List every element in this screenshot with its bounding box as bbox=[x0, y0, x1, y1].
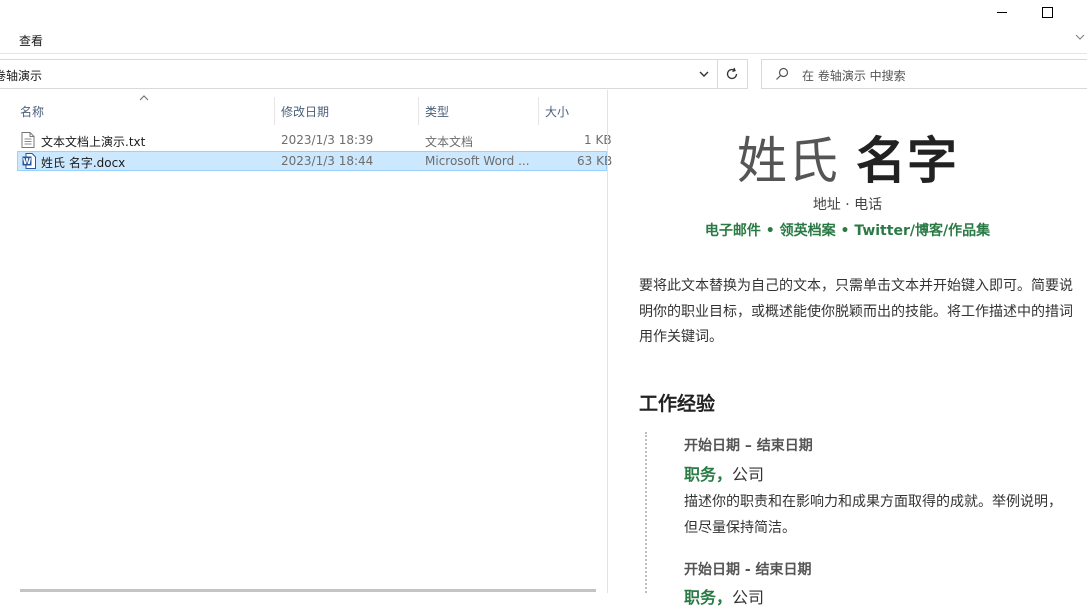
maximize-icon bbox=[1041, 6, 1053, 18]
ribbon-divider bbox=[0, 53, 1087, 54]
horizontal-scrollbar[interactable] bbox=[20, 589, 596, 592]
address-bar[interactable]: 卷轴演示 bbox=[0, 59, 748, 89]
column-header-modified[interactable]: 修改日期 bbox=[281, 103, 329, 120]
job-dates: 开始日期 - 结束日期 bbox=[684, 562, 812, 578]
job-dates: 开始日期 – 结束日期 bbox=[684, 438, 813, 454]
timeline-line bbox=[645, 432, 647, 593]
ribbon-tab-view[interactable]: 查看 bbox=[19, 32, 43, 49]
search-input[interactable]: 在 卷轴演示 中搜索 bbox=[802, 67, 906, 84]
job-title-line: 职务，公司 bbox=[684, 584, 764, 608]
job-title-line: 职务，公司 bbox=[684, 461, 764, 485]
file-row[interactable]: 文本文档上演示.txt 2023/1/3 18:39 文本文档 1 KB bbox=[17, 130, 612, 150]
file-row-selected[interactable]: W 姓氏 名字.docx 2023/1/3 18:44 Microsoft Wo… bbox=[17, 151, 612, 171]
column-header-type[interactable]: 类型 bbox=[425, 103, 449, 120]
preview-given-name: 名字 bbox=[855, 132, 958, 190]
maximize-button[interactable] bbox=[1024, 0, 1070, 24]
address-history-button[interactable] bbox=[692, 60, 716, 88]
preview-links-line: 电子邮件 • 领英档案 • Twitter/博客/作品集 bbox=[704, 223, 991, 239]
minimize-button[interactable] bbox=[979, 0, 1025, 24]
search-box[interactable]: 在 卷轴演示 中搜索 bbox=[761, 59, 1087, 89]
preview-objective: 要将此文本替换为自己的文本，只需单击文本并开始键入即可。简要说明你的职业目标，或… bbox=[639, 278, 1073, 345]
job-company: 公司 bbox=[732, 588, 765, 607]
column-header-size[interactable]: 大小 bbox=[545, 103, 569, 120]
chevron-down-icon bbox=[699, 71, 709, 77]
file-modified: 2023/1/3 18:44 bbox=[281, 154, 374, 168]
column-divider[interactable] bbox=[274, 97, 275, 125]
job-company: 公司 bbox=[732, 465, 765, 484]
preview-section-title: 工作经验 bbox=[639, 393, 716, 415]
preview-name-heading: 姓氏 名字 bbox=[608, 121, 1087, 193]
column-divider[interactable] bbox=[538, 97, 539, 125]
sort-ascending-icon bbox=[139, 95, 149, 101]
svg-text:W: W bbox=[23, 157, 32, 166]
job-title: 职务， bbox=[684, 588, 733, 607]
column-divider[interactable] bbox=[418, 97, 419, 125]
preview-surname: 姓氏 bbox=[737, 132, 840, 190]
preview-address-line: 地址 · 电话 bbox=[812, 197, 883, 213]
file-type: Microsoft Word ... bbox=[425, 154, 530, 168]
file-type: 文本文档 bbox=[425, 135, 474, 149]
column-header-name[interactable]: 名称 bbox=[20, 103, 44, 120]
word-document-icon: W bbox=[22, 153, 36, 169]
minimize-icon bbox=[997, 11, 1007, 13]
file-name: 文本文档上演示.txt bbox=[41, 135, 146, 149]
refresh-button[interactable] bbox=[718, 60, 746, 88]
file-modified: 2023/1/3 18:39 bbox=[281, 133, 374, 147]
file-name: 姓氏 名字.docx bbox=[41, 156, 126, 170]
address-path[interactable]: 卷轴演示 bbox=[0, 67, 42, 84]
job-description: 描述你的职责和在影响力和成果方面取得的成就。举例说明，但尽量保持简洁。 bbox=[684, 494, 1062, 536]
refresh-icon bbox=[726, 67, 738, 80]
search-icon bbox=[776, 67, 789, 80]
text-file-icon bbox=[21, 132, 35, 148]
job-title: 职务， bbox=[684, 465, 733, 484]
chevron-down-icon[interactable] bbox=[1075, 32, 1085, 42]
